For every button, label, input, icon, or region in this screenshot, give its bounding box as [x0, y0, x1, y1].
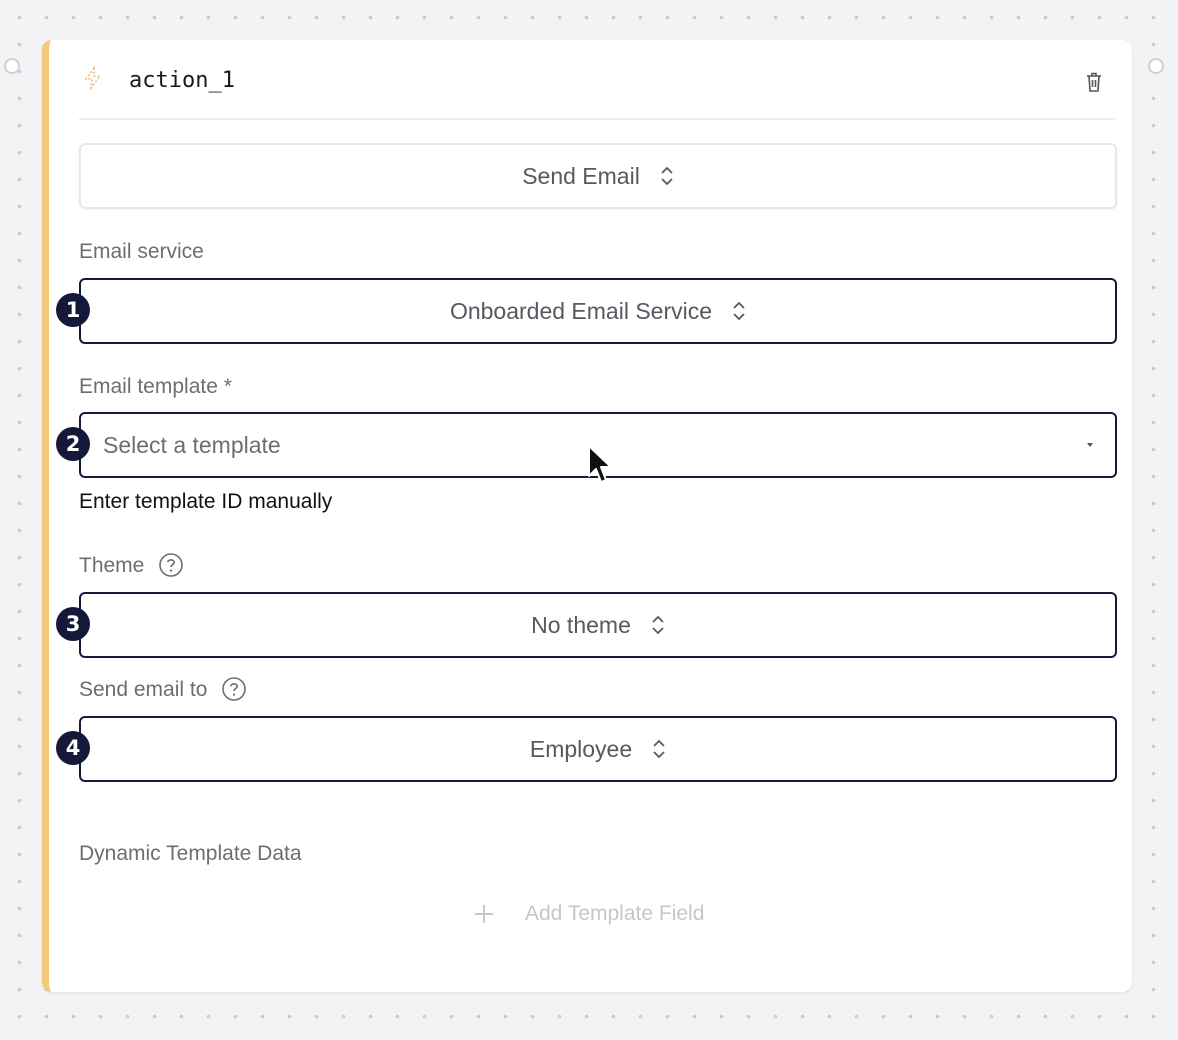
node-title: action_1: [129, 68, 235, 93]
add-template-field-button[interactable]: Add Template Field: [473, 902, 704, 926]
send-email-to-label: Send email to: [79, 676, 247, 702]
action-type-value: Send Email: [522, 162, 640, 189]
node-header: action_1: [79, 62, 1115, 120]
annotation-marker-1: 1: [56, 293, 90, 327]
action-type-select[interactable]: Send Email: [79, 143, 1117, 209]
annotation-marker-2: 2: [56, 427, 90, 461]
chevron-up-down-icon: [653, 739, 665, 759]
theme-label: Theme: [79, 552, 184, 578]
email-service-value: Onboarded Email Service: [449, 297, 713, 324]
dynamic-template-data-label: Dynamic Template Data: [79, 842, 302, 865]
right-connection-port[interactable]: [1148, 58, 1164, 74]
chevron-up-down-icon: [652, 615, 664, 635]
dropdown-caret-icon: [1087, 443, 1093, 447]
annotation-marker-3: 3: [56, 607, 90, 641]
help-circle-icon[interactable]: [158, 552, 184, 578]
chevron-up-down-icon: [733, 301, 745, 321]
help-circle-icon[interactable]: [221, 676, 247, 702]
action-node-card: action_1 Send Email Email service Onboar…: [42, 40, 1132, 992]
send-email-to-value: Employee: [529, 735, 633, 762]
email-template-label: Email template *: [79, 375, 232, 398]
enter-template-id-link[interactable]: Enter template ID manually: [79, 490, 332, 514]
chevron-up-down-icon: [661, 166, 673, 186]
annotation-marker-4: 4: [56, 731, 90, 765]
bolt-icon: [84, 66, 102, 90]
add-template-field-label: Add Template Field: [525, 902, 705, 925]
email-template-placeholder: Select a template: [103, 431, 281, 458]
trash-icon[interactable]: [1083, 70, 1105, 94]
theme-value: No theme: [531, 611, 631, 638]
email-service-label: Email service: [79, 240, 204, 263]
send-email-to-label-text: Send email to: [79, 678, 208, 701]
plus-icon: [475, 905, 493, 923]
email-service-select[interactable]: Onboarded Email Service: [79, 278, 1117, 344]
mouse-cursor-icon: [588, 445, 612, 483]
theme-label-text: Theme: [79, 554, 145, 577]
left-connection-port[interactable]: [4, 58, 20, 74]
send-email-to-select[interactable]: Employee: [79, 716, 1117, 782]
theme-select[interactable]: No theme: [79, 592, 1117, 658]
